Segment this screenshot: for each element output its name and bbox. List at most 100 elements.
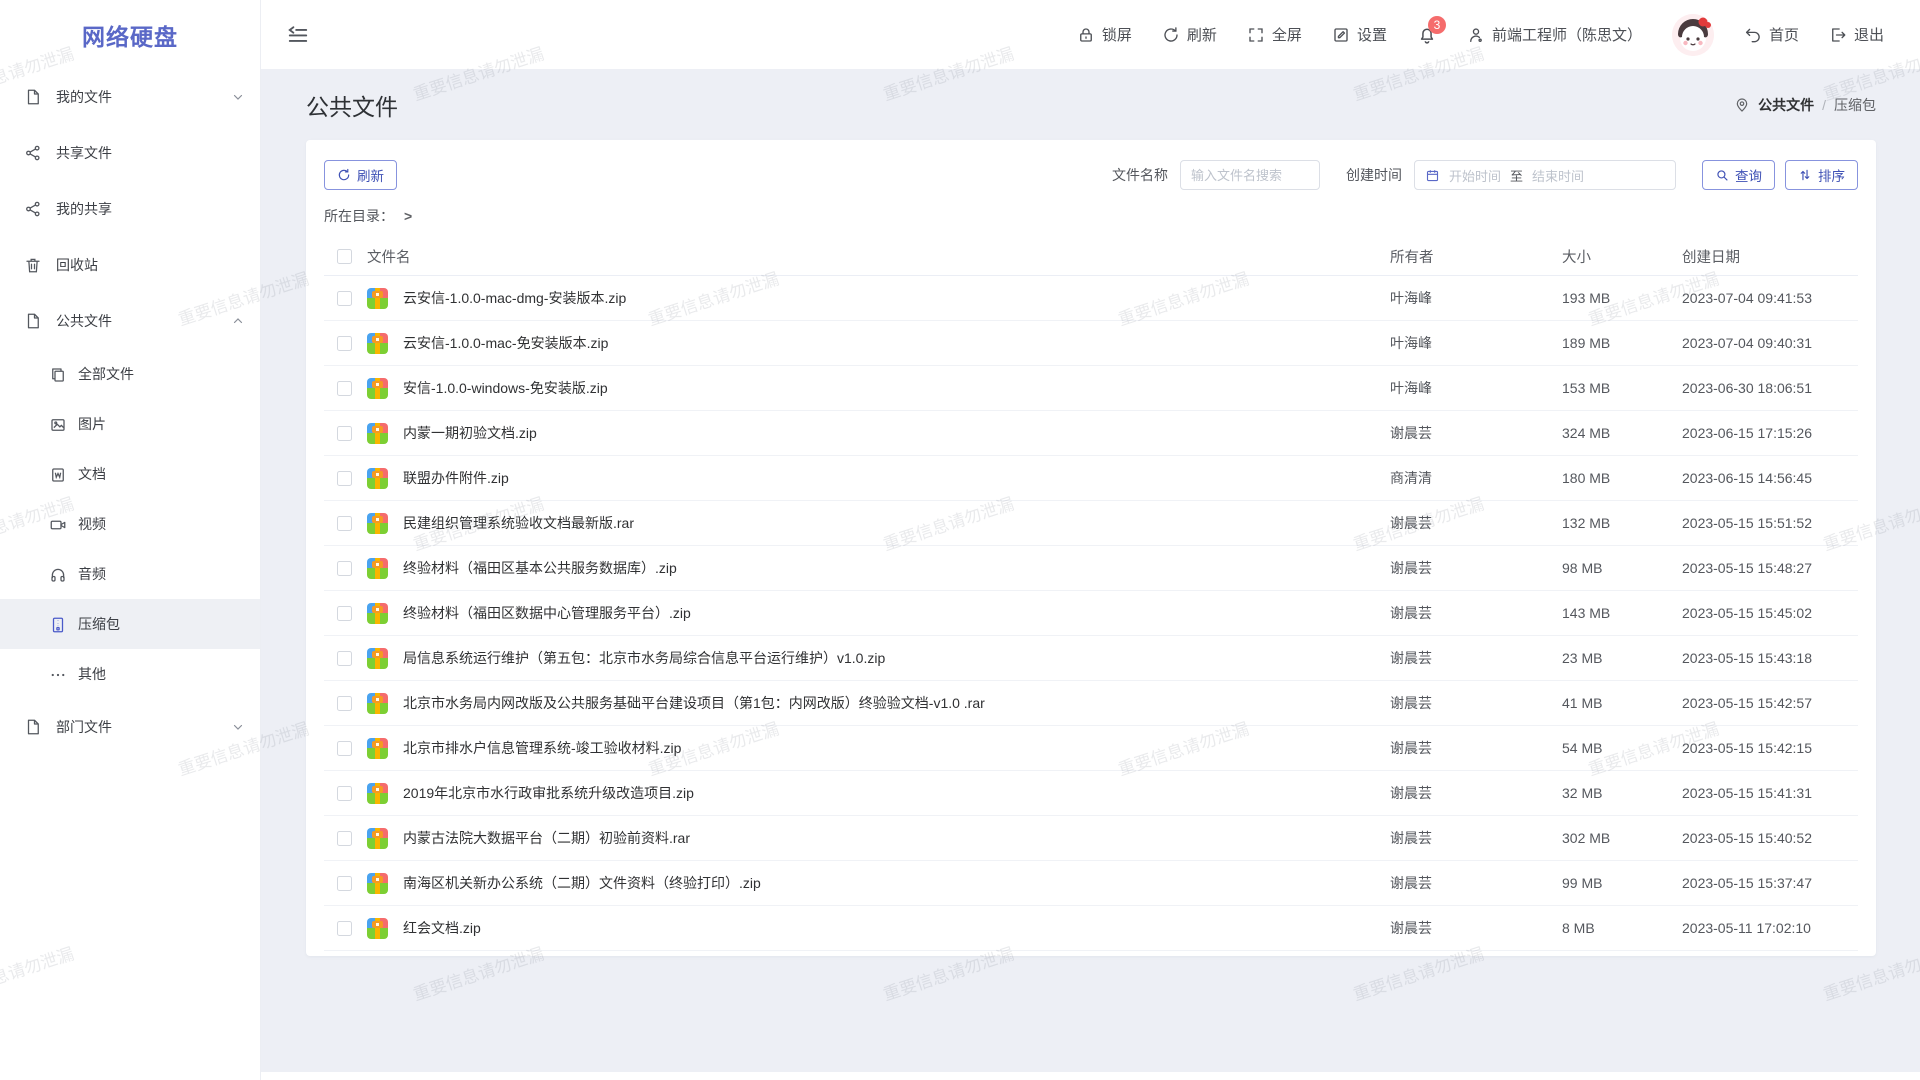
file-date: 2023-05-15 15:42:15	[1682, 740, 1858, 756]
sidebar-item-my-files[interactable]: 我的文件	[0, 69, 260, 125]
document-icon	[49, 466, 67, 483]
sidebar-item-audio[interactable]: 音频	[0, 549, 260, 599]
table-row[interactable]: 安信-1.0.0-windows-免安装版.zip 叶海峰 153 MB 202…	[324, 366, 1858, 411]
row-checkbox[interactable]	[337, 336, 352, 351]
row-checkbox[interactable]	[337, 291, 352, 306]
sidebar-item-label: 视频	[78, 514, 244, 534]
sidebar-item-documents[interactable]: 文档	[0, 449, 260, 499]
table-row[interactable]: 北京市水务局内网改版及公共服务基础平台建设项目（第1包：内网改版）终验验文档-v…	[324, 681, 1858, 726]
table-row[interactable]: 云安信-1.0.0-mac-免安装版本.zip 叶海峰 189 MB 2023-…	[324, 321, 1858, 366]
chevron-up-icon	[232, 315, 244, 327]
select-all-checkbox[interactable]	[337, 249, 352, 264]
file-name[interactable]: 联盟办件附件.zip	[403, 468, 1390, 488]
search-icon	[1715, 168, 1729, 182]
file-name[interactable]: 内蒙一期初验文档.zip	[403, 423, 1390, 443]
table-row[interactable]: 终验材料（福田区数据中心管理服务平台）.zip 谢晨芸 143 MB 2023-…	[324, 591, 1858, 636]
row-checkbox[interactable]	[337, 651, 352, 666]
lock-icon	[1077, 26, 1095, 44]
file-name[interactable]: 云安信-1.0.0-mac-dmg-安装版本.zip	[403, 288, 1390, 308]
file-name[interactable]: 终验材料（福田区基本公共服务数据库）.zip	[403, 558, 1390, 578]
refresh-list-button[interactable]: 刷新	[324, 160, 397, 190]
chevron-down-icon	[232, 721, 244, 733]
sidebar-item-department-files[interactable]: 部门文件	[0, 699, 260, 755]
logout-button[interactable]: 退出	[1829, 24, 1884, 45]
file-name[interactable]: 安信-1.0.0-windows-免安装版.zip	[403, 378, 1390, 398]
file-name[interactable]: 北京市排水户信息管理系统-竣工验收材料.zip	[403, 738, 1390, 758]
date-range-picker[interactable]: 开始时间 至 结束时间	[1414, 160, 1676, 190]
file-name[interactable]: 南海区机关新办公系统（二期）文件资料（终验打印）.zip	[403, 873, 1390, 893]
row-checkbox[interactable]	[337, 696, 352, 711]
table-row[interactable]: 民建组织管理系统验收文档最新版.rar 谢晨芸 132 MB 2023-05-1…	[324, 501, 1858, 546]
file-name[interactable]: 局信息系统运行维护（第五包：北京市水务局综合信息平台运行维护）v1.0.zip	[403, 648, 1390, 668]
home-button[interactable]: 首页	[1744, 24, 1799, 45]
row-checkbox[interactable]	[337, 426, 352, 441]
file-name[interactable]: 终验材料（福田区数据中心管理服务平台）.zip	[403, 603, 1390, 623]
row-checkbox[interactable]	[337, 381, 352, 396]
row-checkbox[interactable]	[337, 606, 352, 621]
sidebar-item-videos[interactable]: 视频	[0, 499, 260, 549]
row-checkbox[interactable]	[337, 831, 352, 846]
current-directory: 所在目录： >	[324, 206, 1858, 226]
table-row[interactable]: 2019年北京市水行政审批系统升级改造项目.zip 谢晨芸 32 MB 2023…	[324, 771, 1858, 816]
file-owner: 谢晨芸	[1390, 738, 1562, 758]
refresh-button[interactable]: 刷新	[1162, 24, 1217, 45]
sidebar-item-recycle-bin[interactable]: 回收站	[0, 237, 260, 293]
breadcrumb-separator: /	[1822, 97, 1826, 113]
sidebar-item-others[interactable]: 其他	[0, 649, 260, 699]
filename-search-input[interactable]	[1180, 160, 1320, 190]
file-name[interactable]: 民建组织管理系统验收文档最新版.rar	[403, 513, 1390, 533]
sidebar-item-label: 共享文件	[56, 143, 244, 163]
user-avatar[interactable]	[1672, 14, 1714, 56]
file-date: 2023-05-15 15:43:18	[1682, 650, 1858, 666]
table-row[interactable]: 联盟办件附件.zip 商清清 180 MB 2023-06-15 14:56:4…	[324, 456, 1858, 501]
horizontal-scrollbar[interactable]	[261, 1072, 1920, 1080]
sort-button[interactable]: 排序	[1785, 160, 1858, 190]
sidebar-item-all-files[interactable]: 全部文件	[0, 349, 260, 399]
row-checkbox[interactable]	[337, 516, 352, 531]
row-checkbox[interactable]	[337, 921, 352, 936]
row-checkbox[interactable]	[337, 471, 352, 486]
fullscreen-button[interactable]: 全屏	[1247, 24, 1302, 45]
breadcrumb-parent[interactable]: 公共文件	[1758, 95, 1814, 115]
file-name[interactable]: 红会文档.zip	[403, 918, 1390, 938]
table-row[interactable]: 局信息系统运行维护（第五包：北京市水务局综合信息平台运行维护）v1.0.zip …	[324, 636, 1858, 681]
query-button[interactable]: 查询	[1702, 160, 1775, 190]
row-checkbox[interactable]	[337, 876, 352, 891]
sidebar-item-label: 文档	[78, 464, 244, 484]
sidebar-collapse-icon[interactable]	[287, 24, 309, 46]
user-menu[interactable]: 前端工程师（陈思文）	[1467, 24, 1642, 45]
file-size: 193 MB	[1562, 290, 1682, 306]
table-row[interactable]: 红会文档.zip 谢晨芸 8 MB 2023-05-11 17:02:10	[324, 906, 1858, 951]
sidebar-item-images[interactable]: 图片	[0, 399, 260, 449]
file-name[interactable]: 云安信-1.0.0-mac-免安装版本.zip	[403, 333, 1390, 353]
fullscreen-label: 全屏	[1272, 24, 1302, 45]
file-size: 98 MB	[1562, 560, 1682, 576]
sidebar-item-label: 部门文件	[56, 717, 232, 737]
file-name[interactable]: 内蒙古法院大数据平台（二期）初验前资料.rar	[403, 828, 1390, 848]
notifications-button[interactable]: 3	[1417, 25, 1437, 45]
row-checkbox[interactable]	[337, 741, 352, 756]
table-row[interactable]: 内蒙古法院大数据平台（二期）初验前资料.rar 谢晨芸 302 MB 2023-…	[324, 816, 1858, 861]
row-checkbox[interactable]	[337, 786, 352, 801]
zip-icon	[49, 616, 67, 633]
sort-label: 排序	[1818, 165, 1845, 185]
table-row[interactable]: 内蒙一期初验文档.zip 谢晨芸 324 MB 2023-06-15 17:15…	[324, 411, 1858, 456]
notification-badge: 3	[1428, 16, 1446, 34]
sidebar: 网络硬盘 我的文件 共享文件 我的共享 回收站 公共文件 全部文件	[0, 0, 261, 1080]
file-name[interactable]: 2019年北京市水行政审批系统升级改造项目.zip	[403, 783, 1390, 803]
sidebar-item-archives[interactable]: 压缩包	[0, 599, 260, 649]
edit-square-icon	[1332, 26, 1350, 44]
lock-screen-button[interactable]: 锁屏	[1077, 24, 1132, 45]
row-checkbox[interactable]	[337, 561, 352, 576]
file-owner: 谢晨芸	[1390, 918, 1562, 938]
settings-button[interactable]: 设置	[1332, 24, 1387, 45]
table-row[interactable]: 终验材料（福田区基本公共服务数据库）.zip 谢晨芸 98 MB 2023-05…	[324, 546, 1858, 591]
sidebar-item-my-shares[interactable]: 我的共享	[0, 181, 260, 237]
sidebar-item-public-files[interactable]: 公共文件	[0, 293, 260, 349]
table-row[interactable]: 云安信-1.0.0-mac-dmg-安装版本.zip 叶海峰 193 MB 20…	[324, 276, 1858, 321]
file-name[interactable]: 北京市水务局内网改版及公共服务基础平台建设项目（第1包：内网改版）终验验文档-v…	[403, 693, 1390, 713]
table-row[interactable]: 南海区机关新办公系统（二期）文件资料（终验打印）.zip 谢晨芸 99 MB 2…	[324, 861, 1858, 906]
sidebar-item-shared-files[interactable]: 共享文件	[0, 125, 260, 181]
file-date: 2023-06-15 17:15:26	[1682, 425, 1858, 441]
table-row[interactable]: 北京市排水户信息管理系统-竣工验收材料.zip 谢晨芸 54 MB 2023-0…	[324, 726, 1858, 771]
